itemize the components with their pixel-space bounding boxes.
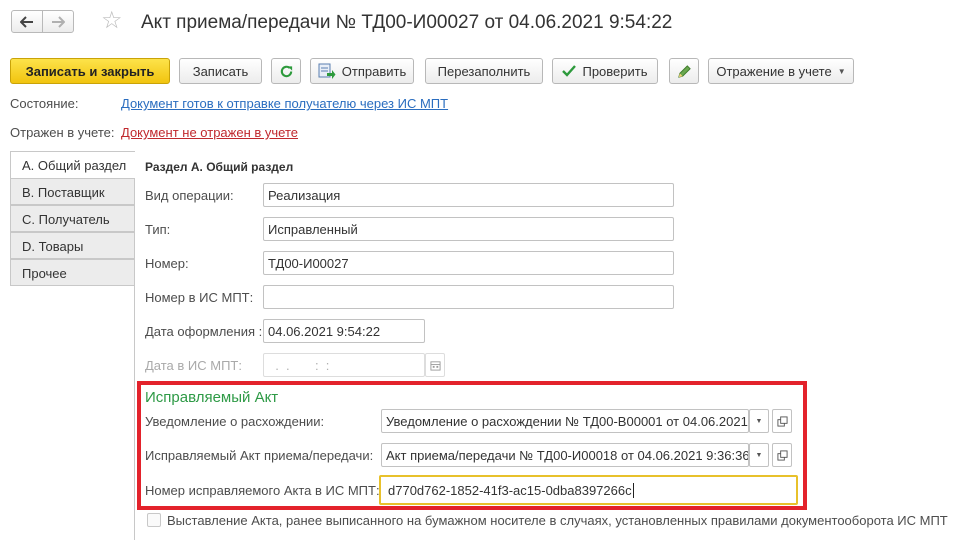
corrected-act-title: Исправляемый Акт (145, 389, 279, 406)
send-button[interactable]: Отправить (310, 58, 414, 84)
mpt-number-label: Номер в ИС МПТ: (145, 290, 254, 305)
calendar-button (425, 353, 445, 377)
notice-field[interactable]: Уведомление о расхождении № ТД00-В00001 … (381, 409, 749, 433)
tab-recipient[interactable]: C. Получатель (10, 205, 135, 232)
notice-label: Уведомление о расхождении: (145, 414, 325, 429)
mpt-act-field[interactable]: d770d762-1852-41f3-ac15-0dba8397266c (379, 475, 798, 505)
notice-dropdown-button[interactable]: ▼ (749, 409, 769, 433)
section-title: Раздел А. Общий раздел (145, 160, 294, 174)
save-button[interactable]: Записать (179, 58, 262, 84)
arrow-right-icon (52, 15, 65, 28)
act-dropdown-button[interactable]: ▼ (749, 443, 769, 467)
arrow-left-icon (20, 15, 33, 28)
mpt-date-field: . . : : (263, 353, 425, 377)
star-icon[interactable]: ☆ (101, 9, 123, 33)
edit-button[interactable] (669, 58, 699, 84)
paper-checkbox-label: Выставление Акта, ранее выписанного на б… (167, 513, 948, 528)
mpt-number-field[interactable] (263, 285, 674, 309)
mpt-date-label: Дата в ИС МПТ: (145, 358, 242, 373)
state-label: Состояние: (10, 96, 79, 111)
refill-button[interactable]: Перезаполнить (425, 58, 543, 84)
type-field[interactable]: Исправленный (263, 217, 674, 241)
paper-checkbox[interactable] (147, 513, 161, 527)
tab-other[interactable]: Прочее (10, 259, 135, 286)
check-button[interactable]: Проверить (552, 58, 658, 84)
checkmark-icon (562, 65, 577, 77)
operation-label: Вид операции: (145, 188, 234, 203)
save-close-button[interactable]: Записать и закрыть (10, 58, 170, 84)
state-link[interactable]: Документ готов к отправке получателю чер… (121, 96, 448, 111)
act-label: Исправляемый Акт приема/передачи: (145, 448, 374, 463)
notice-open-button[interactable] (772, 409, 792, 433)
act-field[interactable]: Акт приема/передачи № ТД00-И00018 от 04.… (381, 443, 749, 467)
back-button[interactable] (11, 10, 43, 33)
date-field[interactable]: 04.06.2021 9:54:22 (263, 319, 425, 343)
date-label: Дата оформления : (145, 324, 263, 339)
number-label: Номер: (145, 256, 189, 271)
dropdown-arrow-icon: ▼ (755, 417, 763, 425)
act-open-button[interactable] (772, 443, 792, 467)
mpt-act-label: Номер исправляемого Акта в ИС МПТ: (145, 483, 380, 498)
calendar-icon (429, 360, 441, 371)
operation-field[interactable]: Реализация (263, 183, 674, 207)
send-icon (318, 63, 336, 79)
accounting-label: Отражен в учете: (10, 125, 115, 140)
accounting-link[interactable]: Документ не отражен в учете (121, 125, 298, 140)
reflection-dropdown-button[interactable]: Отражение в учете ▼ (708, 58, 854, 84)
number-field[interactable]: ТД00-И00027 (263, 251, 674, 275)
open-window-icon (776, 415, 788, 427)
refresh-button[interactable] (271, 58, 301, 84)
pencil-icon (677, 64, 691, 78)
page-title: Акт приема/передачи № ТД00-И00027 от 04.… (141, 12, 673, 33)
text-cursor (632, 483, 634, 498)
tab-general[interactable]: А. Общий раздел (10, 151, 135, 179)
open-window-icon (776, 449, 788, 461)
dropdown-arrow-icon: ▼ (755, 451, 763, 459)
forward-button[interactable] (42, 10, 74, 33)
dropdown-arrow-icon: ▼ (837, 66, 846, 76)
type-label: Тип: (145, 222, 171, 237)
tab-goods[interactable]: D. Товары (10, 232, 135, 259)
refresh-icon (280, 65, 292, 77)
tab-divider (134, 178, 135, 540)
tab-supplier[interactable]: B. Поставщик (10, 178, 135, 205)
